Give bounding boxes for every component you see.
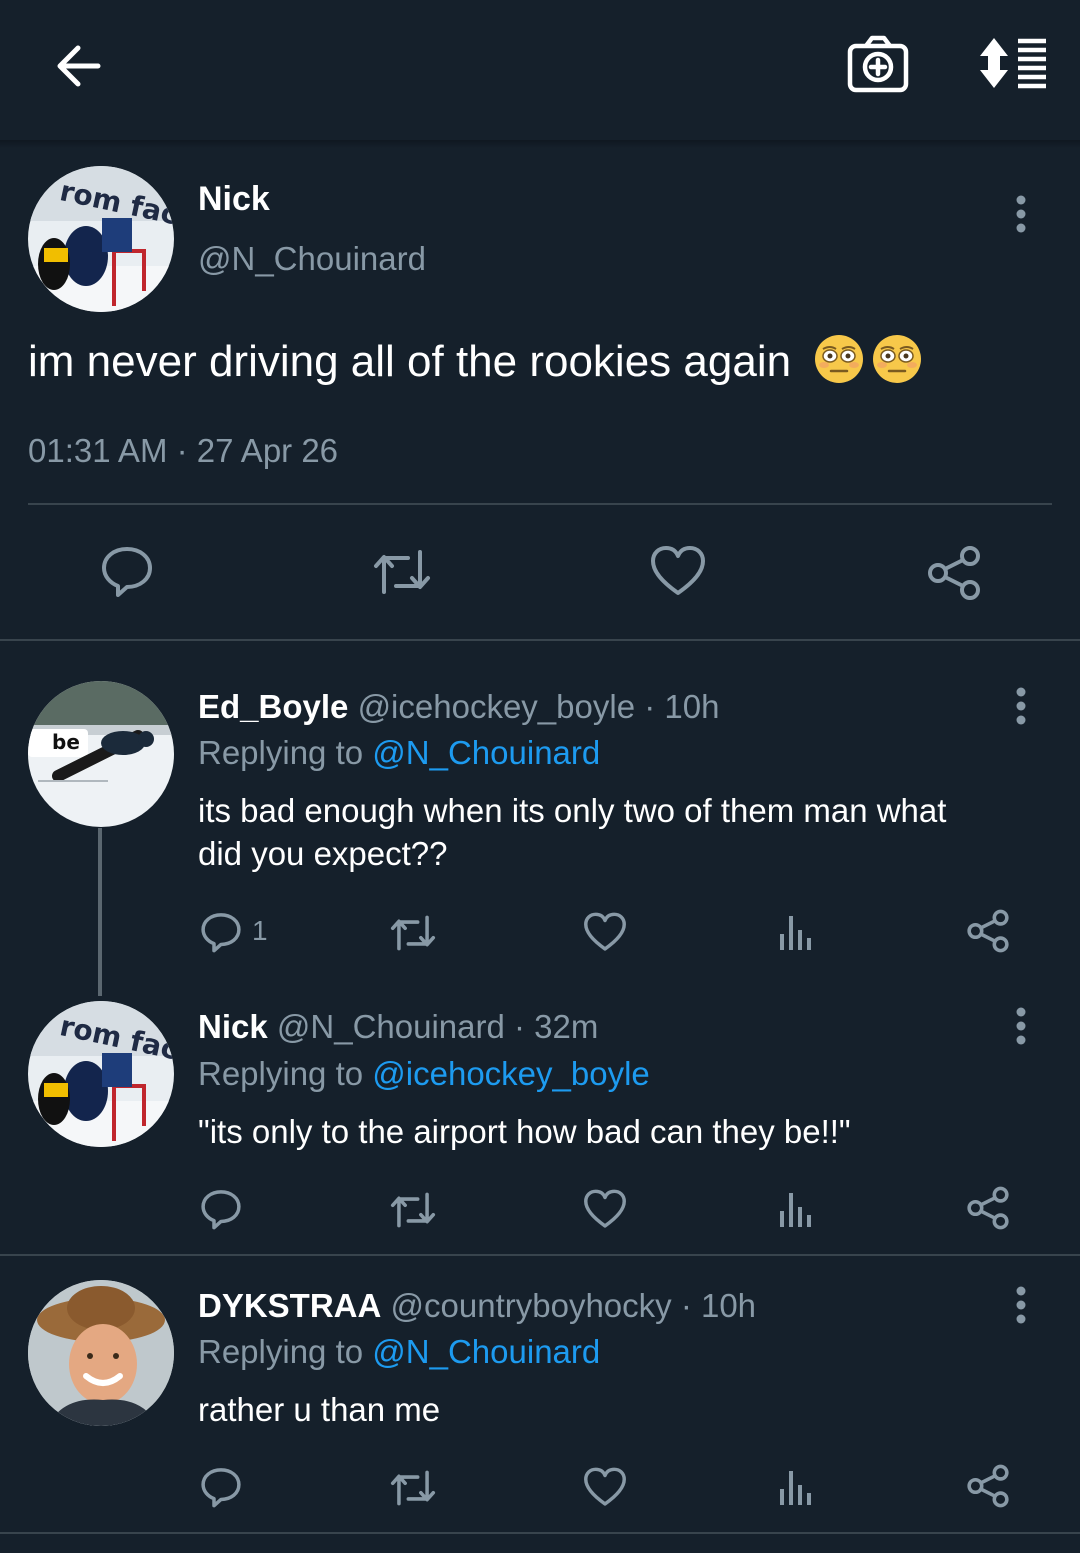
tweet-text: im never driving all of the rookies agai… [28,334,925,387]
more-options-icon[interactable] [1012,1006,1030,1046]
arrow-left-icon[interactable] [52,40,104,92]
reply-icon[interactable] [200,1466,242,1508]
reply-icon[interactable] [100,544,154,598]
thread-line [98,828,102,996]
reply-author-name[interactable]: Ed_Boyle [198,688,348,725]
like-icon[interactable] [583,1189,627,1229]
replying-to-prefix: Replying to [198,734,364,771]
divider [0,1532,1080,1534]
more-options-icon[interactable] [1012,194,1030,234]
divider [0,1254,1080,1256]
reply-header: Ed_Boyle @icehockey_boyle · 10h [198,688,719,726]
replying-to-prefix: Replying to [198,1333,364,1370]
divider [28,503,1052,505]
divider [0,639,1080,641]
reply-text-line: did you expect?? [198,835,448,872]
like-icon[interactable] [583,1467,627,1507]
analytics-icon[interactable] [778,912,816,950]
reply-header: Nick @N_Chouinard · 32m [198,1008,598,1046]
reply-text-line: "its only to the airport how bad can the… [198,1113,851,1150]
svg-text:be: be [52,730,80,754]
reply-meta[interactable]: @countryboyhocky · 10h [391,1287,757,1324]
replying-to: Replying to @icehockey_boyle [198,1055,650,1093]
share-icon[interactable] [966,1186,1010,1230]
top-bar [0,0,1080,140]
author-handle[interactable]: @N_Chouinard [198,240,426,278]
reply-icon[interactable] [200,911,242,953]
retweet-icon[interactable] [388,1191,438,1229]
reply-meta[interactable]: @N_Chouinard · 32m [277,1008,598,1045]
flushed-emoji-icon [813,334,925,384]
replying-to-handle[interactable]: @N_Chouinard [372,1333,600,1370]
tweet-timestamp: 01:31 AM · 27 Apr 26 [28,432,339,469]
analytics-icon[interactable] [778,1189,816,1227]
replying-to: Replying to @N_Chouinard [198,1333,600,1371]
retweet-icon[interactable] [388,1469,438,1507]
camera-add-icon[interactable] [846,34,910,94]
replying-to-handle[interactable]: @icehockey_boyle [372,1055,650,1092]
author-name[interactable]: Nick [198,180,270,219]
more-options-icon[interactable] [1012,686,1030,726]
replying-to-prefix: Replying to [198,1055,364,1092]
sort-list-icon[interactable] [976,36,1048,90]
reply-icon[interactable] [200,1188,242,1230]
replying-to: Replying to @N_Chouinard [198,734,600,772]
reply-text-line: its bad enough when its only two of them… [198,792,947,829]
avatar-nick[interactable]: rom face- [28,166,174,312]
retweet-icon[interactable] [370,548,434,596]
more-options-icon[interactable] [1012,1285,1030,1325]
tweet-text-body: im never driving all of the rookies agai… [28,337,792,386]
like-icon[interactable] [583,912,627,952]
share-icon[interactable] [966,909,1010,953]
avatar-ed-boyle[interactable]: be [28,681,174,827]
analytics-icon[interactable] [778,1467,816,1505]
reply-count: 1 [252,915,268,946]
reply-author-name[interactable]: DYKSTRAA [198,1287,381,1324]
reply-header: DYKSTRAA @countryboyhocky · 10h [198,1287,756,1325]
share-icon[interactable] [926,545,982,601]
retweet-icon[interactable] [388,914,438,952]
avatar-nick[interactable]: rom face- [28,1001,174,1147]
reply-text-line: rather u than me [198,1391,441,1428]
avatar-dykstraa[interactable] [28,1280,174,1426]
replying-to-handle[interactable]: @N_Chouinard [372,734,600,771]
like-icon[interactable] [650,545,706,597]
top-bar-shadow [0,140,1080,148]
reply-meta[interactable]: @icehockey_boyle · 10h [358,688,720,725]
share-icon[interactable] [966,1464,1010,1508]
reply-author-name[interactable]: Nick [198,1008,268,1045]
